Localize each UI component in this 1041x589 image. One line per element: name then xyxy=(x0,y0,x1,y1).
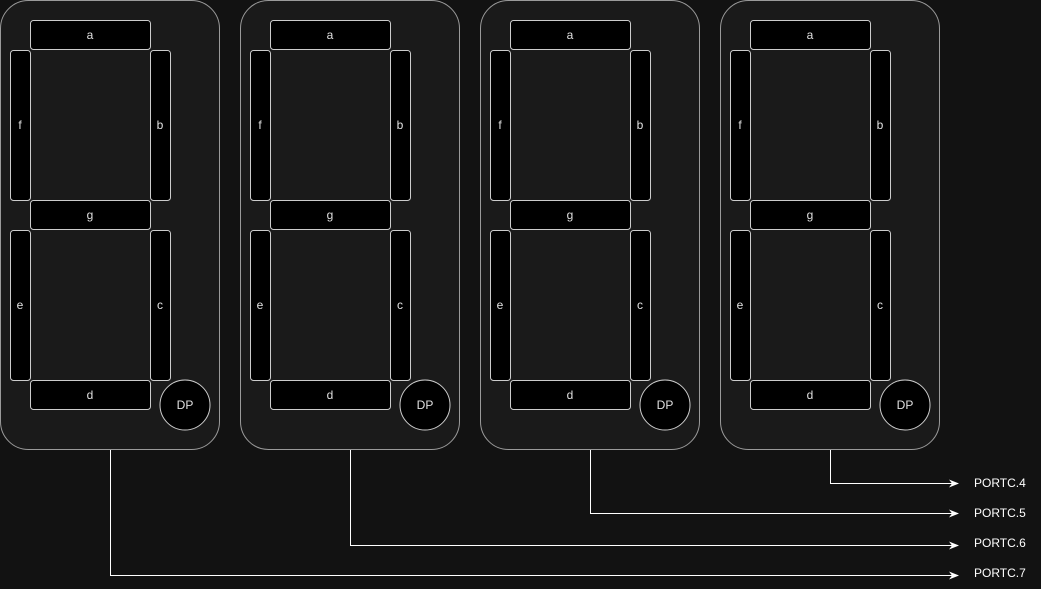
segment-a-label: a xyxy=(807,28,814,42)
segment-d-label: d xyxy=(327,388,334,402)
segment-a-label: a xyxy=(567,28,574,42)
segment-b-label: b xyxy=(397,118,404,132)
segment-d-label: d xyxy=(87,388,94,402)
segment-g-label: g xyxy=(807,208,814,222)
segment-b-label: b xyxy=(637,118,644,132)
segment-c-label: c xyxy=(637,298,643,312)
segment-g-label: g xyxy=(87,208,94,222)
decimal-point-label: DP xyxy=(417,398,434,412)
segment-e-label: e xyxy=(737,298,744,312)
port-label-portc-7: PORTC.7 xyxy=(974,566,1026,580)
digit-4: a f b g e c d DP xyxy=(720,0,940,450)
segment-b-label: b xyxy=(157,118,164,132)
digit-3: a f b g e c d DP xyxy=(480,0,700,450)
segment-e-label: e xyxy=(257,298,264,312)
port-label-portc-6: PORTC.6 xyxy=(974,536,1026,550)
segment-c-label: c xyxy=(157,298,163,312)
segment-g-label: g xyxy=(327,208,334,222)
decimal-point-label: DP xyxy=(657,398,674,412)
wire-digit-3 xyxy=(590,450,959,518)
segment-d-label: d xyxy=(567,388,574,402)
segment-c-label: c xyxy=(877,298,883,312)
digit-1: a f b g e c d DP xyxy=(0,0,220,450)
segment-g-label: g xyxy=(567,208,574,222)
wire-digit-4 xyxy=(830,450,959,488)
seven-segment-diagram: a f b g e c d DP a f b g e c d DP a f b … xyxy=(0,0,1026,580)
segment-e-label: e xyxy=(497,298,504,312)
digit-2: a f b g e c d DP xyxy=(240,0,460,450)
wire-digit-2 xyxy=(350,450,959,550)
segment-a-label: a xyxy=(327,28,334,42)
decimal-point-label: DP xyxy=(177,398,194,412)
segment-c-label: c xyxy=(397,298,403,312)
segment-e-label: e xyxy=(17,298,24,312)
segment-d-label: d xyxy=(807,388,814,402)
segment-b-label: b xyxy=(877,118,884,132)
port-label-portc-4: PORTC.4 xyxy=(974,476,1026,490)
segment-a-label: a xyxy=(87,28,94,42)
decimal-point-label: DP xyxy=(897,398,914,412)
port-label-portc-5: PORTC.5 xyxy=(974,506,1026,520)
